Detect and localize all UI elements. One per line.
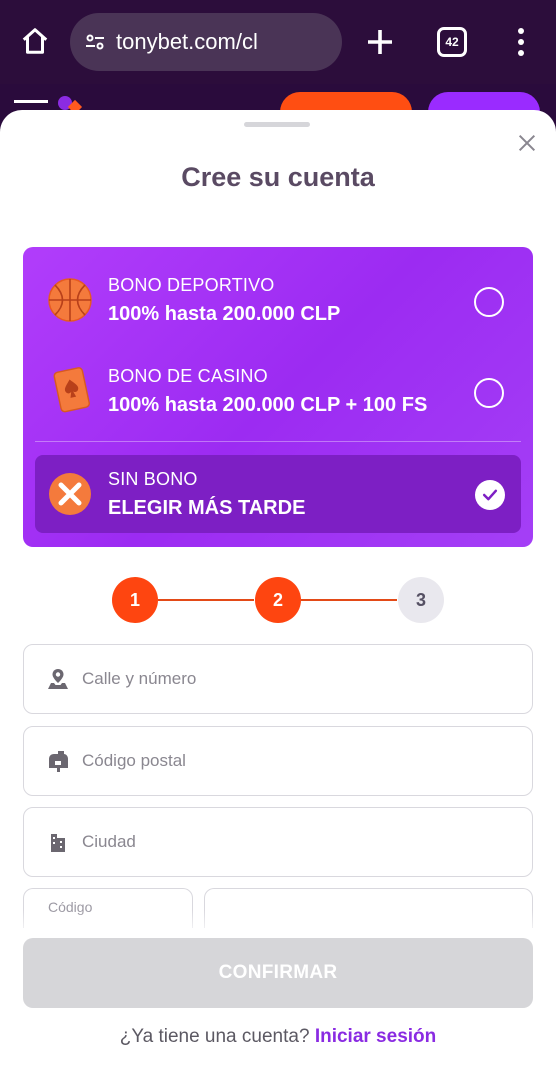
address-bar[interactable]: tonybet.com/cl: [70, 13, 342, 71]
site-settings-icon[interactable]: [80, 27, 110, 57]
bonus-option-none[interactable]: SIN BONO ELEGIR MÁS TARDE: [35, 455, 521, 533]
bonus-value: ELEGIR MÁS TARDE: [108, 497, 306, 519]
bonus-selector: BONO DEPORTIVO 100% hasta 200.000 CLP BO…: [23, 247, 533, 547]
bonus-option-casino[interactable]: BONO DE CASINO 100% hasta 200.000 CLP + …: [23, 354, 533, 424]
close-icon[interactable]: [512, 128, 542, 158]
browser-toolbar: tonybet.com/cl 42: [0, 0, 556, 84]
basketball-icon: [48, 278, 92, 322]
mailbox-icon: [49, 751, 68, 772]
building-icon: [51, 834, 65, 852]
registration-stepper: 1 2 3: [0, 575, 556, 625]
city-placeholder: Ciudad: [82, 832, 136, 851]
have-account-text: ¿Ya tiene una cuenta?: [119, 1026, 310, 1047]
playing-card-icon: [53, 367, 90, 413]
bonus-option-sports[interactable]: BONO DEPORTIVO 100% hasta 200.000 CLP: [23, 263, 533, 333]
bonus-value: 100% hasta 200.000 CLP: [108, 303, 341, 325]
tab-switcher-button[interactable]: 42: [437, 27, 467, 57]
bonus-label: BONO DEPORTIVO: [108, 275, 275, 295]
scroll-fade: [0, 910, 556, 940]
new-tab-icon[interactable]: [362, 24, 398, 60]
bonus-radio[interactable]: [474, 287, 504, 317]
map-pin-icon: [48, 669, 68, 689]
step-connector: [301, 599, 397, 601]
street-placeholder: Calle y número: [82, 669, 197, 688]
bonus-radio[interactable]: [474, 378, 504, 408]
step-connector: [158, 599, 254, 601]
page-title: Cree su cuenta: [181, 162, 375, 192]
step-1: 1: [112, 577, 158, 623]
step-3: 3: [398, 577, 444, 623]
hamburger-icon[interactable]: [14, 100, 48, 103]
login-prompt: ¿Ya tiene una cuenta? Iniciar sesión: [0, 1026, 556, 1048]
bonus-label: SIN BONO: [108, 469, 198, 489]
registration-sheet: Cree su cuenta BONO DEPORTIVO 100% hasta…: [0, 110, 556, 1086]
postal-code-field[interactable]: Código postal: [23, 726, 533, 796]
postal-code-placeholder: Código postal: [82, 751, 186, 770]
step-2: 2: [255, 577, 301, 623]
bonus-label: BONO DE CASINO: [108, 366, 268, 386]
url-text: tonybet.com/cl: [116, 29, 258, 54]
bonus-divider: [35, 441, 521, 442]
confirm-button[interactable]: CONFIRMAR: [23, 938, 533, 1008]
bonus-value: 100% hasta 200.000 CLP + 100 FS: [108, 394, 428, 416]
check-icon[interactable]: [475, 480, 505, 510]
login-link[interactable]: Iniciar sesión: [315, 1026, 436, 1047]
city-field[interactable]: Ciudad: [23, 807, 533, 877]
street-field[interactable]: Calle y número: [23, 644, 533, 714]
sheet-grabber[interactable]: [244, 122, 310, 127]
browser-menu-icon[interactable]: [506, 24, 536, 60]
no-bonus-icon: [49, 473, 91, 515]
home-icon[interactable]: [16, 22, 54, 60]
